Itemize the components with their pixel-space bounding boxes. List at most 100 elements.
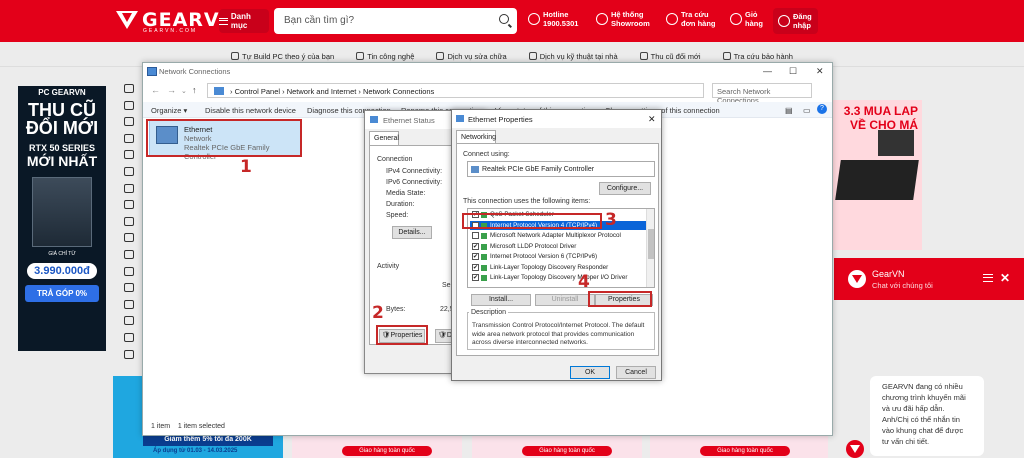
maximize-button[interactable]: ☐ (789, 66, 797, 77)
right-promo-banner[interactable]: 3.3 MUA LAP VỀ CHO MÁ (832, 100, 922, 250)
mouse-icon[interactable] (124, 233, 134, 243)
pc-icon[interactable] (124, 133, 134, 143)
nav-label: Thu cũ đổi mới (650, 51, 701, 61)
headphone-icon[interactable] (124, 249, 134, 259)
hotline-label: Hotline (543, 10, 569, 19)
search-icon[interactable] (499, 14, 509, 24)
annotation-box-2 (376, 325, 428, 345)
tab-general[interactable]: General (369, 131, 399, 146)
connect-using-label: Connect using: (463, 151, 510, 158)
network-component-icon (481, 275, 487, 281)
chat-launcher-button[interactable] (846, 440, 864, 458)
shipping-pill: Giao hàng toàn quốc (522, 446, 612, 456)
gamepad-icon[interactable] (124, 299, 134, 309)
item-checkbox[interactable]: ✔ (472, 253, 479, 260)
close-button[interactable]: ✕ (816, 66, 824, 77)
keyboard-icon[interactable] (124, 216, 134, 226)
selected-count: 1 item selected (177, 423, 225, 430)
network-component-icon (481, 243, 487, 250)
minimize-button[interactable]: — (763, 66, 772, 76)
laptop-icon[interactable] (124, 100, 134, 110)
category-menu-button[interactable]: Danh mục (219, 9, 269, 33)
networking-panel: Connect using: Realtek PCIe GbE Family C… (456, 143, 659, 356)
view-options-icon[interactable]: ▤ (785, 106, 793, 115)
shipping-pill: Giao hàng toàn quốc (342, 446, 432, 456)
network-item-row[interactable]: ✔ Internet Protocol Version 6 (TCP/IPv6) (470, 252, 646, 262)
accessory-icon[interactable] (124, 332, 134, 342)
disable-device-button[interactable]: Disable this network device (205, 106, 296, 115)
keyboard-icon[interactable] (124, 166, 134, 176)
install-button[interactable]: Install... (471, 294, 531, 306)
login-button[interactable]: Đăng nhập (773, 8, 818, 34)
gearvn-avatar (848, 270, 866, 288)
dialog-title: Ethernet Properties (452, 110, 661, 128)
configure-button[interactable]: Configure... (599, 182, 651, 195)
banner-price: 3.990.000đ (27, 263, 97, 279)
preview-pane-icon[interactable]: ▭ (803, 106, 811, 115)
hotline-link[interactable]: Hotline 1900.5301 (528, 10, 578, 28)
network-item-row[interactable]: ✔ Link-Layer Topology Discovery Responder (470, 263, 646, 273)
item-checkbox[interactable] (472, 232, 479, 239)
shield-icon: 🛡 (438, 332, 447, 339)
tab-networking[interactable]: Networking (456, 130, 496, 144)
network-item-row[interactable]: ✔ Microsoft LLDP Protocol Driver (470, 242, 646, 252)
chat-widget-header[interactable]: GearVN Chat với chúng tôi ✕ (834, 258, 1024, 300)
scrollbar-thumb[interactable] (648, 229, 654, 259)
network-item-row[interactable]: ✔ Link-Layer Topology Discovery Mapper I/… (470, 273, 646, 283)
left-promo-banner[interactable]: PC GEARVN THU CŨ ĐỔI MỚI RTX 50 SERIES M… (18, 86, 106, 351)
back-icon[interactable]: ← (151, 85, 160, 95)
close-icon[interactable]: ✕ (648, 114, 656, 125)
monitor-icon[interactable] (124, 200, 134, 210)
close-icon[interactable]: ✕ (1000, 271, 1010, 285)
adapter-field: Realtek PCIe GbE Family Controller (467, 161, 655, 177)
showroom-sublabel: Showroom (611, 19, 650, 28)
hamburger-icon (219, 17, 228, 25)
site-header: GEARVN GEARVN.COM Danh mục Bạn cần tìm g… (0, 0, 1024, 42)
search-network-connections-input[interactable]: Search Network Connections (712, 83, 812, 105)
details-button[interactable]: Details... (392, 226, 432, 239)
chat-subtitle: Chat với chúng tôi (872, 281, 933, 290)
item-checkbox[interactable]: ✔ (472, 242, 479, 250)
order-lookup-link[interactable]: Tra cứu đơn hàng (666, 10, 716, 28)
ok-button[interactable]: OK (570, 366, 610, 379)
bytes-label: Bytes: (386, 306, 406, 313)
laptop-image (878, 130, 914, 156)
cart-link[interactable]: Giỏ hàng (730, 10, 763, 28)
gift-icon[interactable] (124, 349, 134, 359)
cpu-icon[interactable] (124, 150, 134, 160)
gamepad-icon[interactable] (124, 316, 134, 326)
item-checkbox[interactable]: ✔ (472, 263, 479, 271)
pc-icon[interactable] (124, 117, 134, 127)
banner-series: RTX 50 SERIES (28, 143, 96, 153)
list-scrollbar[interactable] (646, 209, 654, 287)
forward-icon[interactable]: → (167, 85, 176, 95)
address-bar[interactable]: › Control Panel › Network and Internet ›… (207, 83, 704, 98)
laptop-icon[interactable] (124, 84, 134, 93)
uninstall-button[interactable]: Uninstall (535, 294, 595, 306)
site-search-input[interactable]: Bạn cần tìm gì? (274, 8, 517, 34)
annotation-number-4: 4 (578, 272, 590, 292)
annotation-number-2: 2 (372, 303, 384, 323)
shield-icon (722, 52, 731, 60)
help-icon[interactable]: ? (817, 104, 827, 114)
network-item-row[interactable]: Microsoft Network Adapter Multiplexor Pr… (470, 231, 646, 241)
breadcrumb-network-connections[interactable]: Network Connections (363, 87, 434, 96)
chevron-down-icon[interactable]: ⌄ (181, 87, 187, 95)
chair-icon[interactable] (124, 283, 134, 293)
network-component-icon (481, 254, 487, 260)
item-label: Microsoft LLDP Protocol Driver (490, 242, 577, 250)
up-icon[interactable]: ↑ (192, 85, 197, 95)
chat-name: GearVN (872, 269, 905, 279)
cancel-button[interactable]: Cancel (616, 366, 656, 379)
organize-menu[interactable]: Organize ▾ (151, 106, 187, 115)
mainboard-icon[interactable] (124, 183, 134, 193)
banner-price-label: GIÁ CHỈ TỪ (48, 251, 76, 257)
item-checkbox[interactable]: ✔ (472, 274, 479, 281)
speaker-icon[interactable] (124, 266, 134, 276)
breadcrumb-network-internet[interactable]: Network and Internet (287, 87, 357, 96)
menu-icon[interactable] (983, 274, 993, 282)
user-icon (778, 15, 790, 27)
truck-icon (666, 13, 678, 25)
showroom-link[interactable]: Hệ thống Showroom (596, 10, 650, 28)
breadcrumb-control-panel[interactable]: Control Panel (235, 87, 280, 96)
